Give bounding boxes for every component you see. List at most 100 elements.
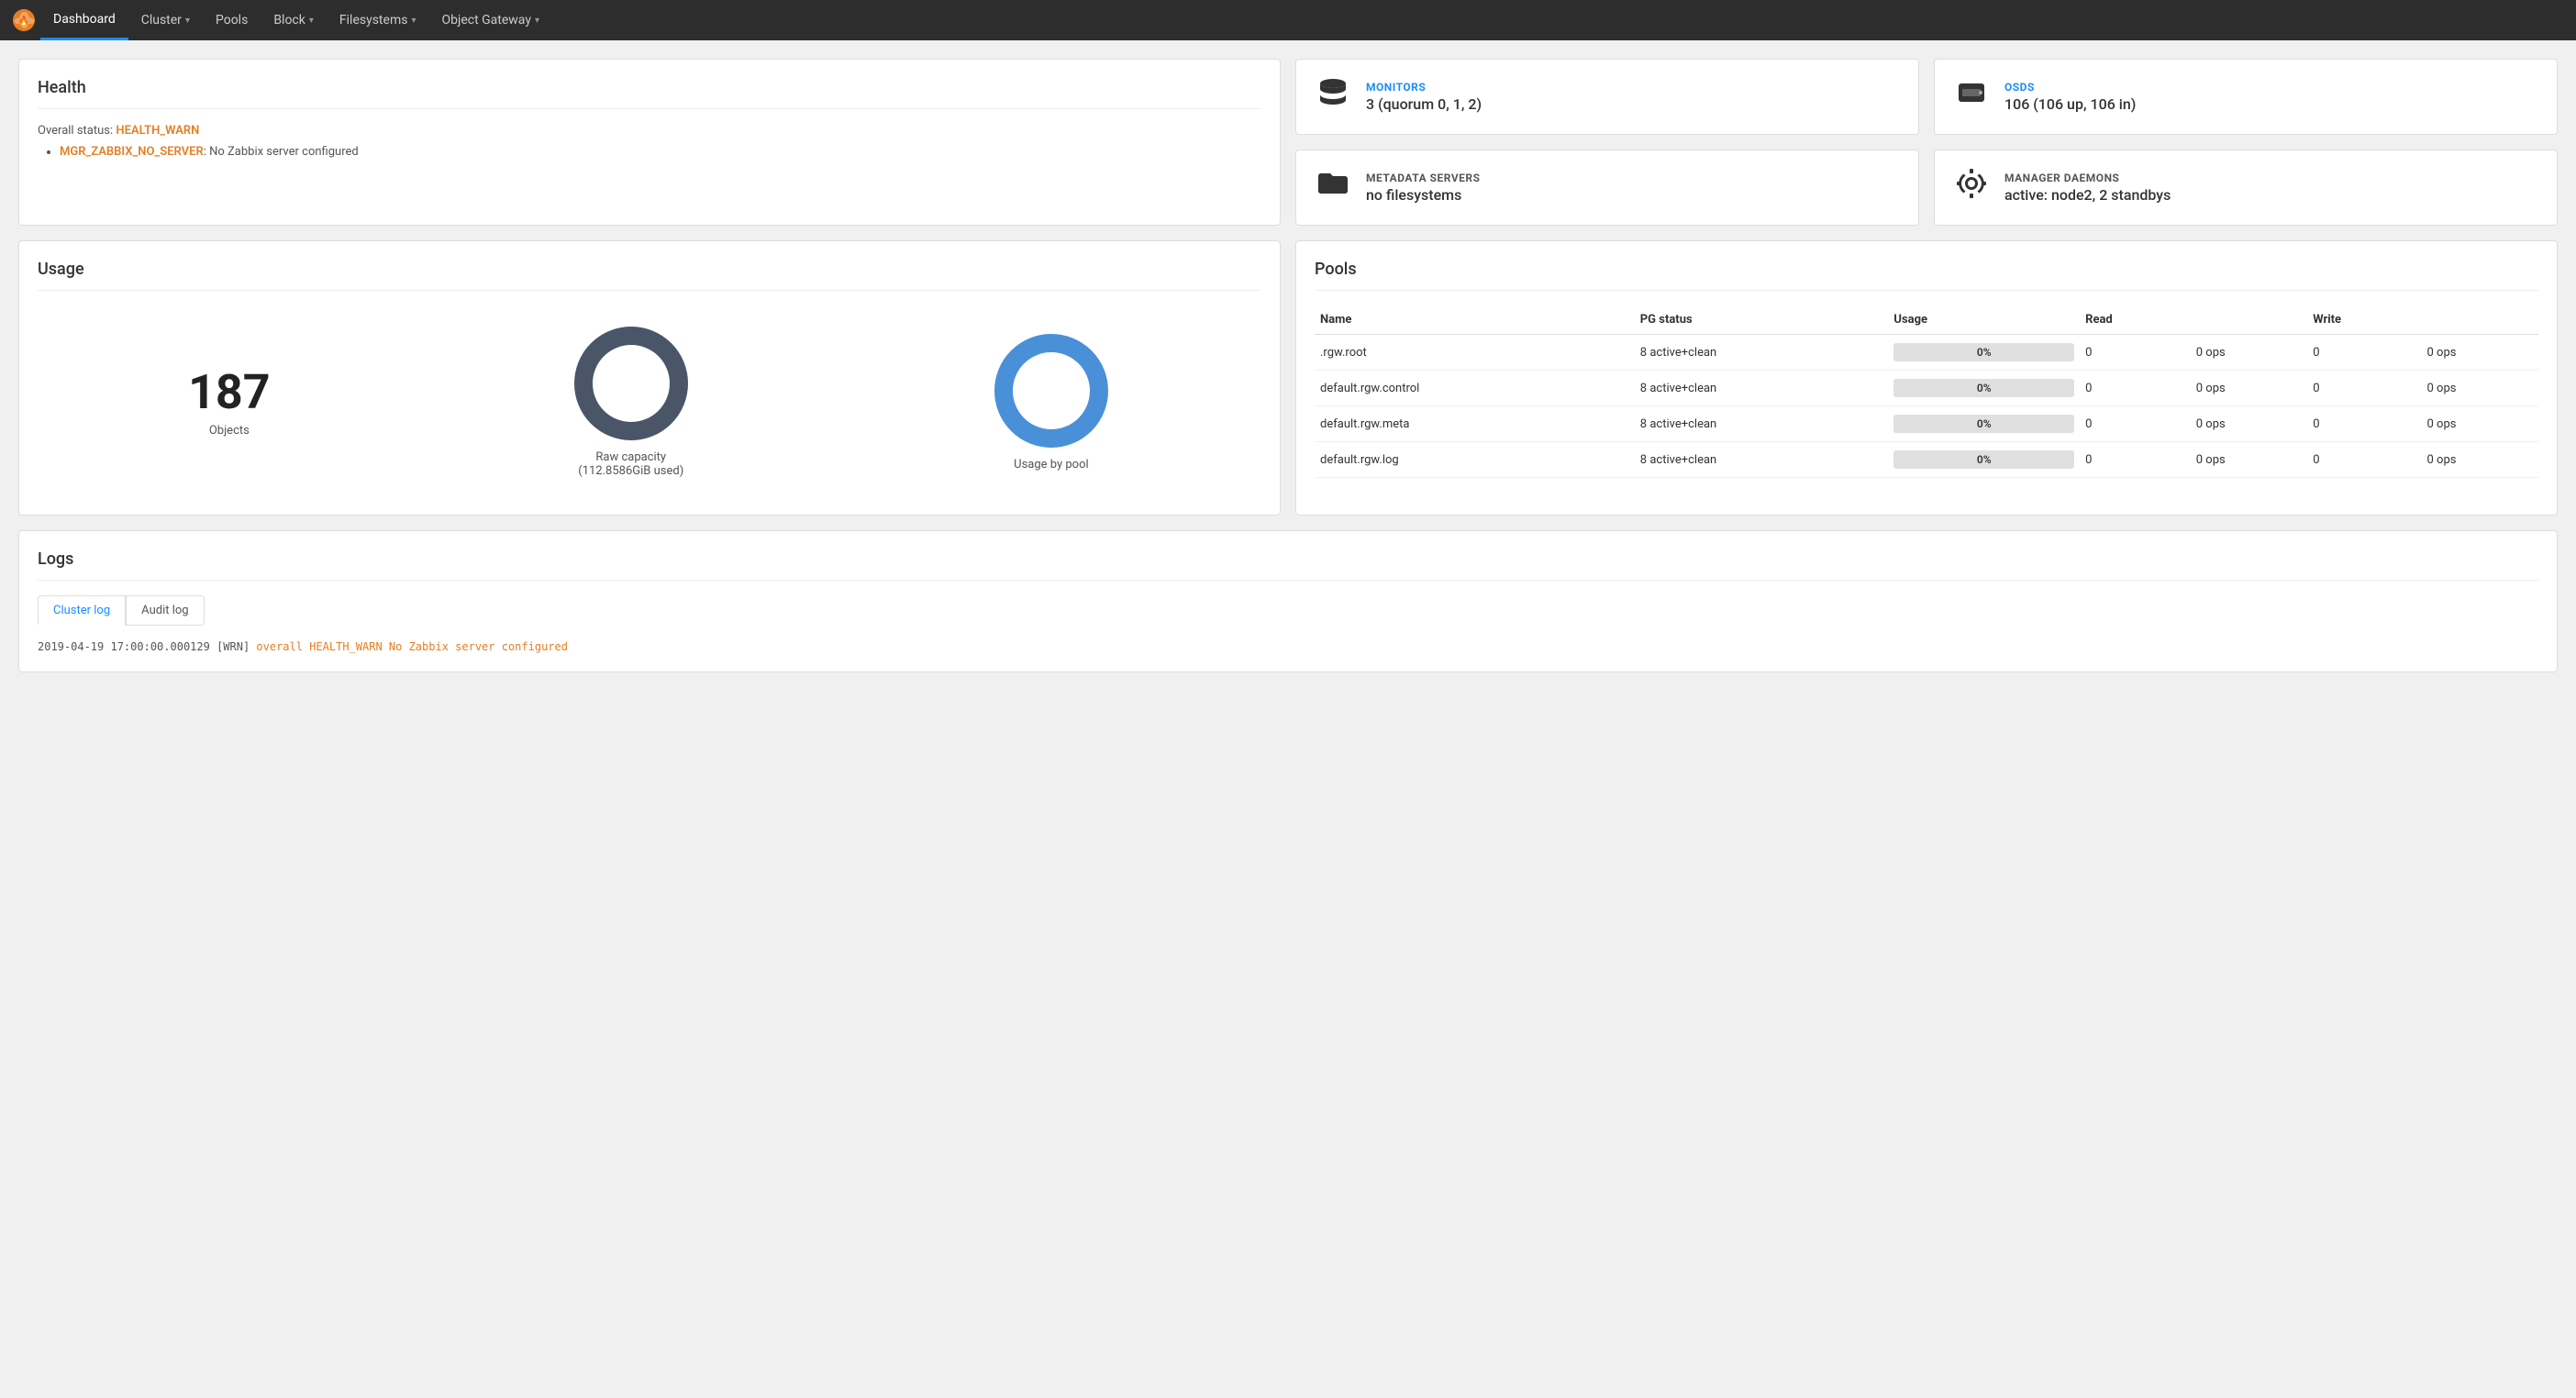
table-cell-0: default.rgw.log — [1315, 442, 1635, 478]
osd-icon — [1953, 74, 1990, 119]
usage-content: 187 Objects 0% Raw capacity(112.8586GiB … — [38, 305, 1261, 496]
nav-item-filesystems[interactable]: Filesystems ▾ — [327, 0, 429, 40]
nav-item-cluster[interactable]: Cluster ▾ — [128, 0, 203, 40]
stat-label-1: OSDS — [2004, 81, 2136, 94]
table-cell-2: 0% — [1888, 371, 2080, 406]
stat-info-3: MANAGER DAEMONSactive: node2, 2 standbys — [2004, 172, 2171, 204]
log-tab-audit-log[interactable]: Audit log — [126, 595, 204, 626]
log-entries: 2019-04-19 17:00:00.000129 [WRN] overall… — [38, 640, 2538, 653]
log-tab-cluster-log[interactable]: Cluster log — [38, 595, 126, 626]
stat-value-2: no filesystems — [1366, 186, 1481, 204]
table-cell-3: 0 — [2080, 442, 2191, 478]
stat-info-0: MONITORS3 (quorum 0, 1, 2) — [1366, 81, 1482, 113]
stat-card-3: MANAGER DAEMONSactive: node2, 2 standbys — [1934, 150, 2558, 226]
table-cell-2: 0% — [1888, 406, 2080, 442]
gear-icon — [1953, 165, 1990, 210]
raw-pct-text: 0% — [621, 374, 640, 392]
stat-value-1: 106 (106 up, 106 in) — [2004, 95, 2136, 113]
table-cell-6: 0 ops — [2422, 442, 2539, 478]
table-row: .rgw.root8 active+clean0%00 ops00 ops — [1315, 335, 2538, 371]
usage-by-pool-donut-svg — [992, 331, 1111, 450]
nav-item-dashboard[interactable]: Dashboard — [40, 0, 128, 40]
database-icon — [1315, 74, 1351, 119]
table-cell-0: default.rgw.meta — [1315, 406, 1635, 442]
pools-title: Pools — [1315, 260, 2538, 291]
table-row: default.rgw.log8 active+clean0%00 ops00 … — [1315, 442, 2538, 478]
raw-capacity-donut: 0% Raw capacity(112.8586GiB used) — [572, 324, 691, 478]
objects-count-section: 187 Objects — [188, 364, 271, 438]
nav-item-pools[interactable]: Pools — [203, 0, 261, 40]
objects-count: 187 — [188, 364, 271, 420]
stat-info-1: OSDS106 (106 up, 106 in) — [2004, 81, 2136, 113]
nav-item-block[interactable]: Block ▾ — [261, 0, 327, 40]
health-overall-status: Overall status: HEALTH_WARN — [38, 124, 1261, 138]
table-cell-3: 0 — [2080, 335, 2191, 371]
table-cell-1: 8 active+clean — [1635, 371, 1889, 406]
nav-menu: DashboardCluster ▾PoolsBlock ▾Filesystem… — [40, 0, 552, 40]
table-cell-2: 0% — [1888, 442, 2080, 478]
log-timestamp: 2019-04-19 17:00:00.000129 [WRN] — [38, 640, 250, 653]
stat-value-3: active: node2, 2 standbys — [2004, 186, 2171, 204]
health-issue-code: MGR_ZABBIX_NO_SERVER — [60, 145, 204, 159]
stat-info-2: METADATA SERVERS no filesystems — [1366, 172, 1481, 204]
table-cell-4: 0 ops — [2191, 442, 2307, 478]
health-issue-item: MGR_ZABBIX_NO_SERVER: No Zabbix server c… — [60, 145, 1261, 159]
table-cell-6: 0 ops — [2422, 406, 2539, 442]
stat-label-2: METADATA SERVERS — [1366, 172, 1481, 184]
col-read-unit — [2191, 305, 2307, 335]
table-cell-0: .rgw.root — [1315, 335, 1635, 371]
raw-capacity-label: Raw capacity(112.8586GiB used) — [572, 450, 691, 478]
table-cell-5: 0 — [2307, 442, 2421, 478]
main-content: Health Overall status: HEALTH_WARN MGR_Z… — [0, 40, 2576, 691]
usage-by-pool-donut: Usage by pool — [992, 331, 1111, 472]
by-pool-label: Usage by pool — [992, 458, 1111, 472]
raw-capacity-donut-svg: 0% — [572, 324, 691, 443]
col-write: Write — [2307, 305, 2421, 335]
chevron-down-icon: ▾ — [185, 16, 190, 26]
navbar: 🔥 DashboardCluster ▾PoolsBlock ▾Filesyst… — [0, 0, 2576, 40]
logs-title: Logs — [38, 549, 2538, 581]
table-row: default.rgw.control8 active+clean0%00 op… — [1315, 371, 2538, 406]
usage-bar: 0% — [1893, 343, 2074, 361]
logo[interactable]: 🔥 — [11, 7, 37, 33]
log-message: overall HEALTH_WARN No Zabbix server con… — [250, 640, 568, 653]
table-cell-1: 8 active+clean — [1635, 406, 1889, 442]
table-row: default.rgw.meta8 active+clean0%00 ops00… — [1315, 406, 2538, 442]
pools-table-header: Name PG status Usage Read Write — [1315, 305, 2538, 335]
log-entry: 2019-04-19 17:00:00.000129 [WRN] overall… — [38, 640, 2538, 653]
logs-tabs: Cluster logAudit log — [38, 595, 2538, 626]
usage-bar: 0% — [1893, 415, 2074, 433]
usage-title: Usage — [38, 260, 1261, 291]
table-cell-4: 0 ops — [2191, 335, 2307, 371]
table-cell-3: 0 — [2080, 371, 2191, 406]
table-cell-3: 0 — [2080, 406, 2191, 442]
table-cell-5: 0 — [2307, 406, 2421, 442]
ceph-logo-icon: 🔥 — [11, 7, 37, 33]
col-pg-status: PG status — [1635, 305, 1889, 335]
health-issues-list: MGR_ZABBIX_NO_SERVER: No Zabbix server c… — [60, 145, 1261, 159]
col-read: Read — [2080, 305, 2191, 335]
stat-label-0: MONITORS — [1366, 81, 1482, 94]
table-cell-0: default.rgw.control — [1315, 371, 1635, 406]
table-cell-6: 0 ops — [2422, 335, 2539, 371]
health-title: Health — [38, 78, 1261, 109]
table-cell-6: 0 ops — [2422, 371, 2539, 406]
pools-table: Name PG status Usage Read Write .rgw.roo… — [1315, 305, 2538, 478]
table-cell-4: 0 ops — [2191, 406, 2307, 442]
pools-card: Pools Name PG status Usage Read Write .r… — [1295, 240, 2558, 516]
svg-text:🔥: 🔥 — [18, 15, 29, 27]
stat-card-0: MONITORS3 (quorum 0, 1, 2) — [1295, 59, 1919, 135]
folder-icon — [1315, 165, 1351, 210]
stat-cards-grid: MONITORS3 (quorum 0, 1, 2) OSDS106 (106 u… — [1295, 59, 2558, 226]
objects-label: Objects — [188, 424, 271, 438]
table-cell-5: 0 — [2307, 371, 2421, 406]
pools-table-body: .rgw.root8 active+clean0%00 ops00 opsdef… — [1315, 335, 2538, 478]
usage-bar: 0% — [1893, 450, 2074, 469]
overall-status-value: HEALTH_WARN — [116, 124, 199, 138]
chevron-down-icon: ▾ — [535, 16, 539, 26]
nav-item-object-gateway[interactable]: Object Gateway ▾ — [428, 0, 552, 40]
stat-card-2: METADATA SERVERS no filesystems — [1295, 150, 1919, 226]
table-cell-5: 0 — [2307, 335, 2421, 371]
overall-label: Overall status: — [38, 124, 113, 138]
table-cell-1: 8 active+clean — [1635, 442, 1889, 478]
